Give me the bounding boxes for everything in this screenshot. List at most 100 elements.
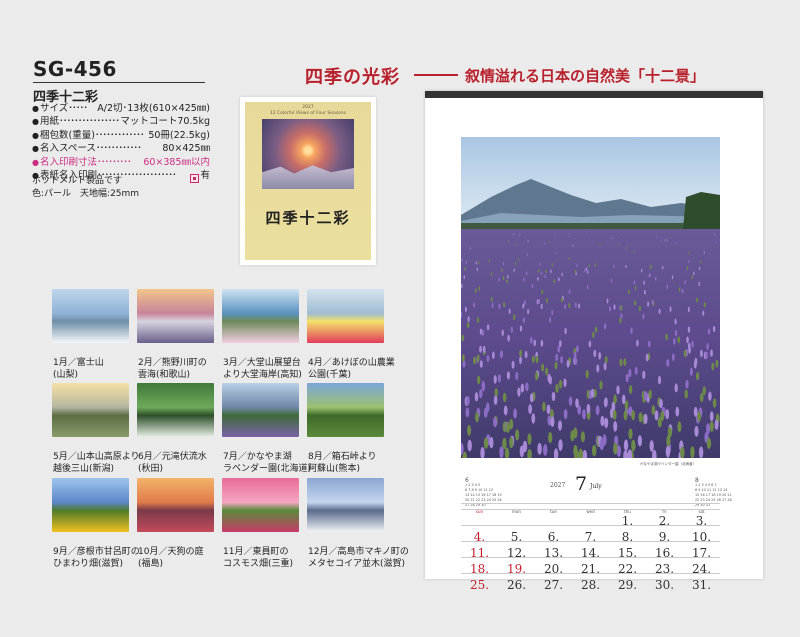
month-caption-line2: 雲海(和歌山)	[138, 369, 191, 380]
month-caption-line2: メタセコイア並木(滋賀)	[308, 558, 406, 569]
cover-title: 四季十二彩	[265, 209, 351, 227]
day-cell: 26.	[506, 578, 527, 592]
hotmelt-icon	[190, 174, 199, 183]
month-thumbnail	[137, 289, 214, 343]
grid-line	[461, 509, 720, 510]
month-thumbnail	[137, 478, 214, 532]
month-caption-line1: 11月／東員町の	[223, 547, 289, 557]
spec-value: 有	[200, 170, 210, 182]
spec-leader: ･････････	[97, 156, 132, 168]
day-cell: 25.	[469, 578, 490, 592]
month-thumbnail	[52, 383, 129, 437]
month-thumbnail	[52, 289, 129, 343]
month-caption: 2月／熊野川町の 雲海(和歌山)	[138, 358, 207, 381]
day-cell: 31.	[691, 578, 712, 592]
month-caption-line1: 3月／大堂山展望台	[223, 358, 301, 368]
month-caption-line1: 10月／天狗の庭	[138, 547, 204, 557]
product-notes: ホットメルト製品です 色:パール 天地幅:25mm	[32, 175, 139, 201]
photo-caption: かなやま湖ラベンダー園（北海道）	[640, 462, 696, 466]
product-code: SG-456	[33, 57, 117, 81]
month-caption: 1月／富士山 (山梨)	[53, 358, 104, 381]
series-subtitle: 叙情溢れる日本の自然美「十二景」	[465, 67, 706, 85]
month-caption-line2: コスモス畑(三重)	[223, 558, 294, 569]
month-caption-line1: 7月／かなやま湖	[223, 452, 292, 462]
grid-line	[461, 573, 720, 574]
spec-value: 60×385㎜以内	[143, 156, 210, 168]
day-cell: 27.	[543, 578, 564, 592]
month-caption-line1: 2月／熊野川町の	[138, 358, 207, 368]
spec-row: 用紙････････････････････マットコート70.5kg	[32, 115, 210, 128]
spec-leader: ･････	[68, 103, 88, 114]
cover-photo	[262, 119, 354, 189]
calendar-year: 2027	[550, 482, 566, 489]
grid-line	[461, 525, 720, 526]
month-caption-line1: 9月／彦根市甘呂町の	[53, 547, 140, 557]
spec-value: A/2切･13枚(610×425㎜)	[97, 103, 210, 114]
month-caption-line1: 1月／富士山	[53, 358, 104, 368]
month-photo	[461, 137, 720, 458]
month-caption: 10月／天狗の庭 (福島)	[138, 547, 203, 570]
cover-year: 2027	[302, 105, 314, 110]
spec-row: 名入印刷寸法･････････ 60×385㎜以内	[32, 156, 210, 169]
calendar-cover: 2027 12 Colorful Views of Four Seasons 四…	[240, 97, 376, 265]
month-caption: 11月／東員町の コスモス畑(三重)	[223, 547, 293, 570]
spec-row: サイズ･････ A/2切･13枚(610×425㎜)	[32, 102, 210, 115]
month-caption-line2: (秋田)	[138, 463, 164, 474]
month-caption: 6月／元滝伏流水 (秋田)	[138, 452, 207, 475]
month-caption: 4月／あけぼの山農業 公園(千葉)	[308, 358, 395, 381]
spec-leader: ･････････････	[94, 129, 145, 141]
spec-leader: ････････････････････	[59, 116, 120, 128]
cover-subtitle: 12 Colorful Views of Four Seasons	[269, 111, 347, 116]
month-caption-line2: より大堂海岸(高知)	[223, 369, 302, 380]
month-caption-line2: 越後三山(新潟)	[53, 463, 115, 474]
month-caption-line2: ひまわり畑(滋賀)	[53, 558, 124, 569]
month-caption: 8月／箱石峠より 阿蘇山(熊本)	[308, 452, 377, 475]
month-english: July	[590, 483, 602, 490]
month-caption: 3月／大堂山展望台 より大堂海岸(高知)	[223, 358, 302, 381]
grid-line	[461, 557, 720, 558]
spec-row: 梱包数(重量)･････････････50冊(22.5kg)	[32, 129, 210, 142]
month-thumbnail	[222, 289, 299, 343]
spec-key: 名入スペース	[32, 142, 96, 155]
month-caption-line2: 公園(千葉)	[308, 369, 352, 380]
spec-list: サイズ･････A/2切･13枚(610×425㎜)用紙････････････…	[32, 102, 210, 182]
title-dash	[414, 74, 458, 76]
spec-value: 50冊(22.5kg)	[148, 129, 210, 141]
month-caption-line2: (山梨)	[53, 369, 79, 380]
series-title: 四季の光彩	[305, 67, 400, 88]
month-thumbnail	[52, 478, 129, 532]
month-thumbnail	[307, 289, 384, 343]
spec-key: 梱包数(重量)	[32, 129, 95, 142]
spec-row: 名入スペース････････････ 80×425㎜	[32, 142, 210, 155]
month-caption: 9月／彦根市甘呂町の ひまわり畑(滋賀)	[53, 547, 140, 570]
spec-key: 用紙	[32, 115, 59, 128]
day-cell: 29.	[617, 578, 638, 592]
spec-value: マットコート70.5kg	[120, 116, 210, 128]
month-thumbnail	[222, 383, 299, 437]
spec-key: 名入印刷寸法	[32, 156, 97, 169]
spec-value: 80×425㎜	[162, 143, 210, 155]
month-caption-line1: 12月／高島市マキノ町の	[308, 547, 409, 557]
spec-leader: ････････････	[95, 143, 142, 155]
day-cell: 28.	[580, 578, 601, 592]
month-caption-line1: 6月／元滝伏流水	[138, 452, 207, 462]
grid-line	[461, 541, 720, 542]
spec-key: サイズ	[32, 102, 68, 115]
month-caption: 12月／高島市マキノ町の メタセコイア並木(滋賀)	[308, 547, 409, 570]
month-number: 7	[575, 473, 588, 495]
month-caption-line1: 4月／あけぼの山農業	[308, 358, 395, 368]
month-thumbnail	[307, 478, 384, 532]
day-cell: 30.	[654, 578, 675, 592]
month-thumbnail	[222, 478, 299, 532]
note-hotmelt: ホットメルト製品です	[32, 176, 123, 186]
month-thumbnail	[137, 383, 214, 437]
calendar-page: かなやま湖ラベンダー園（北海道） 61 2 3 4 56 7 8 9 10 11…	[425, 91, 763, 592]
month-caption-line1: 8月／箱石峠より	[308, 452, 377, 462]
month-caption-line1: 5月／山本山高原より	[53, 452, 140, 462]
month-caption: 7月／かなやま湖 ラベンダー園(北海道)	[223, 452, 311, 475]
binding-strip	[425, 91, 763, 98]
month-caption-line2: (福島)	[138, 558, 164, 569]
month-thumbnail	[307, 383, 384, 437]
month-caption-line2: ラベンダー園(北海道)	[223, 463, 312, 474]
month-caption-line2: 阿蘇山(熊本)	[308, 463, 361, 474]
